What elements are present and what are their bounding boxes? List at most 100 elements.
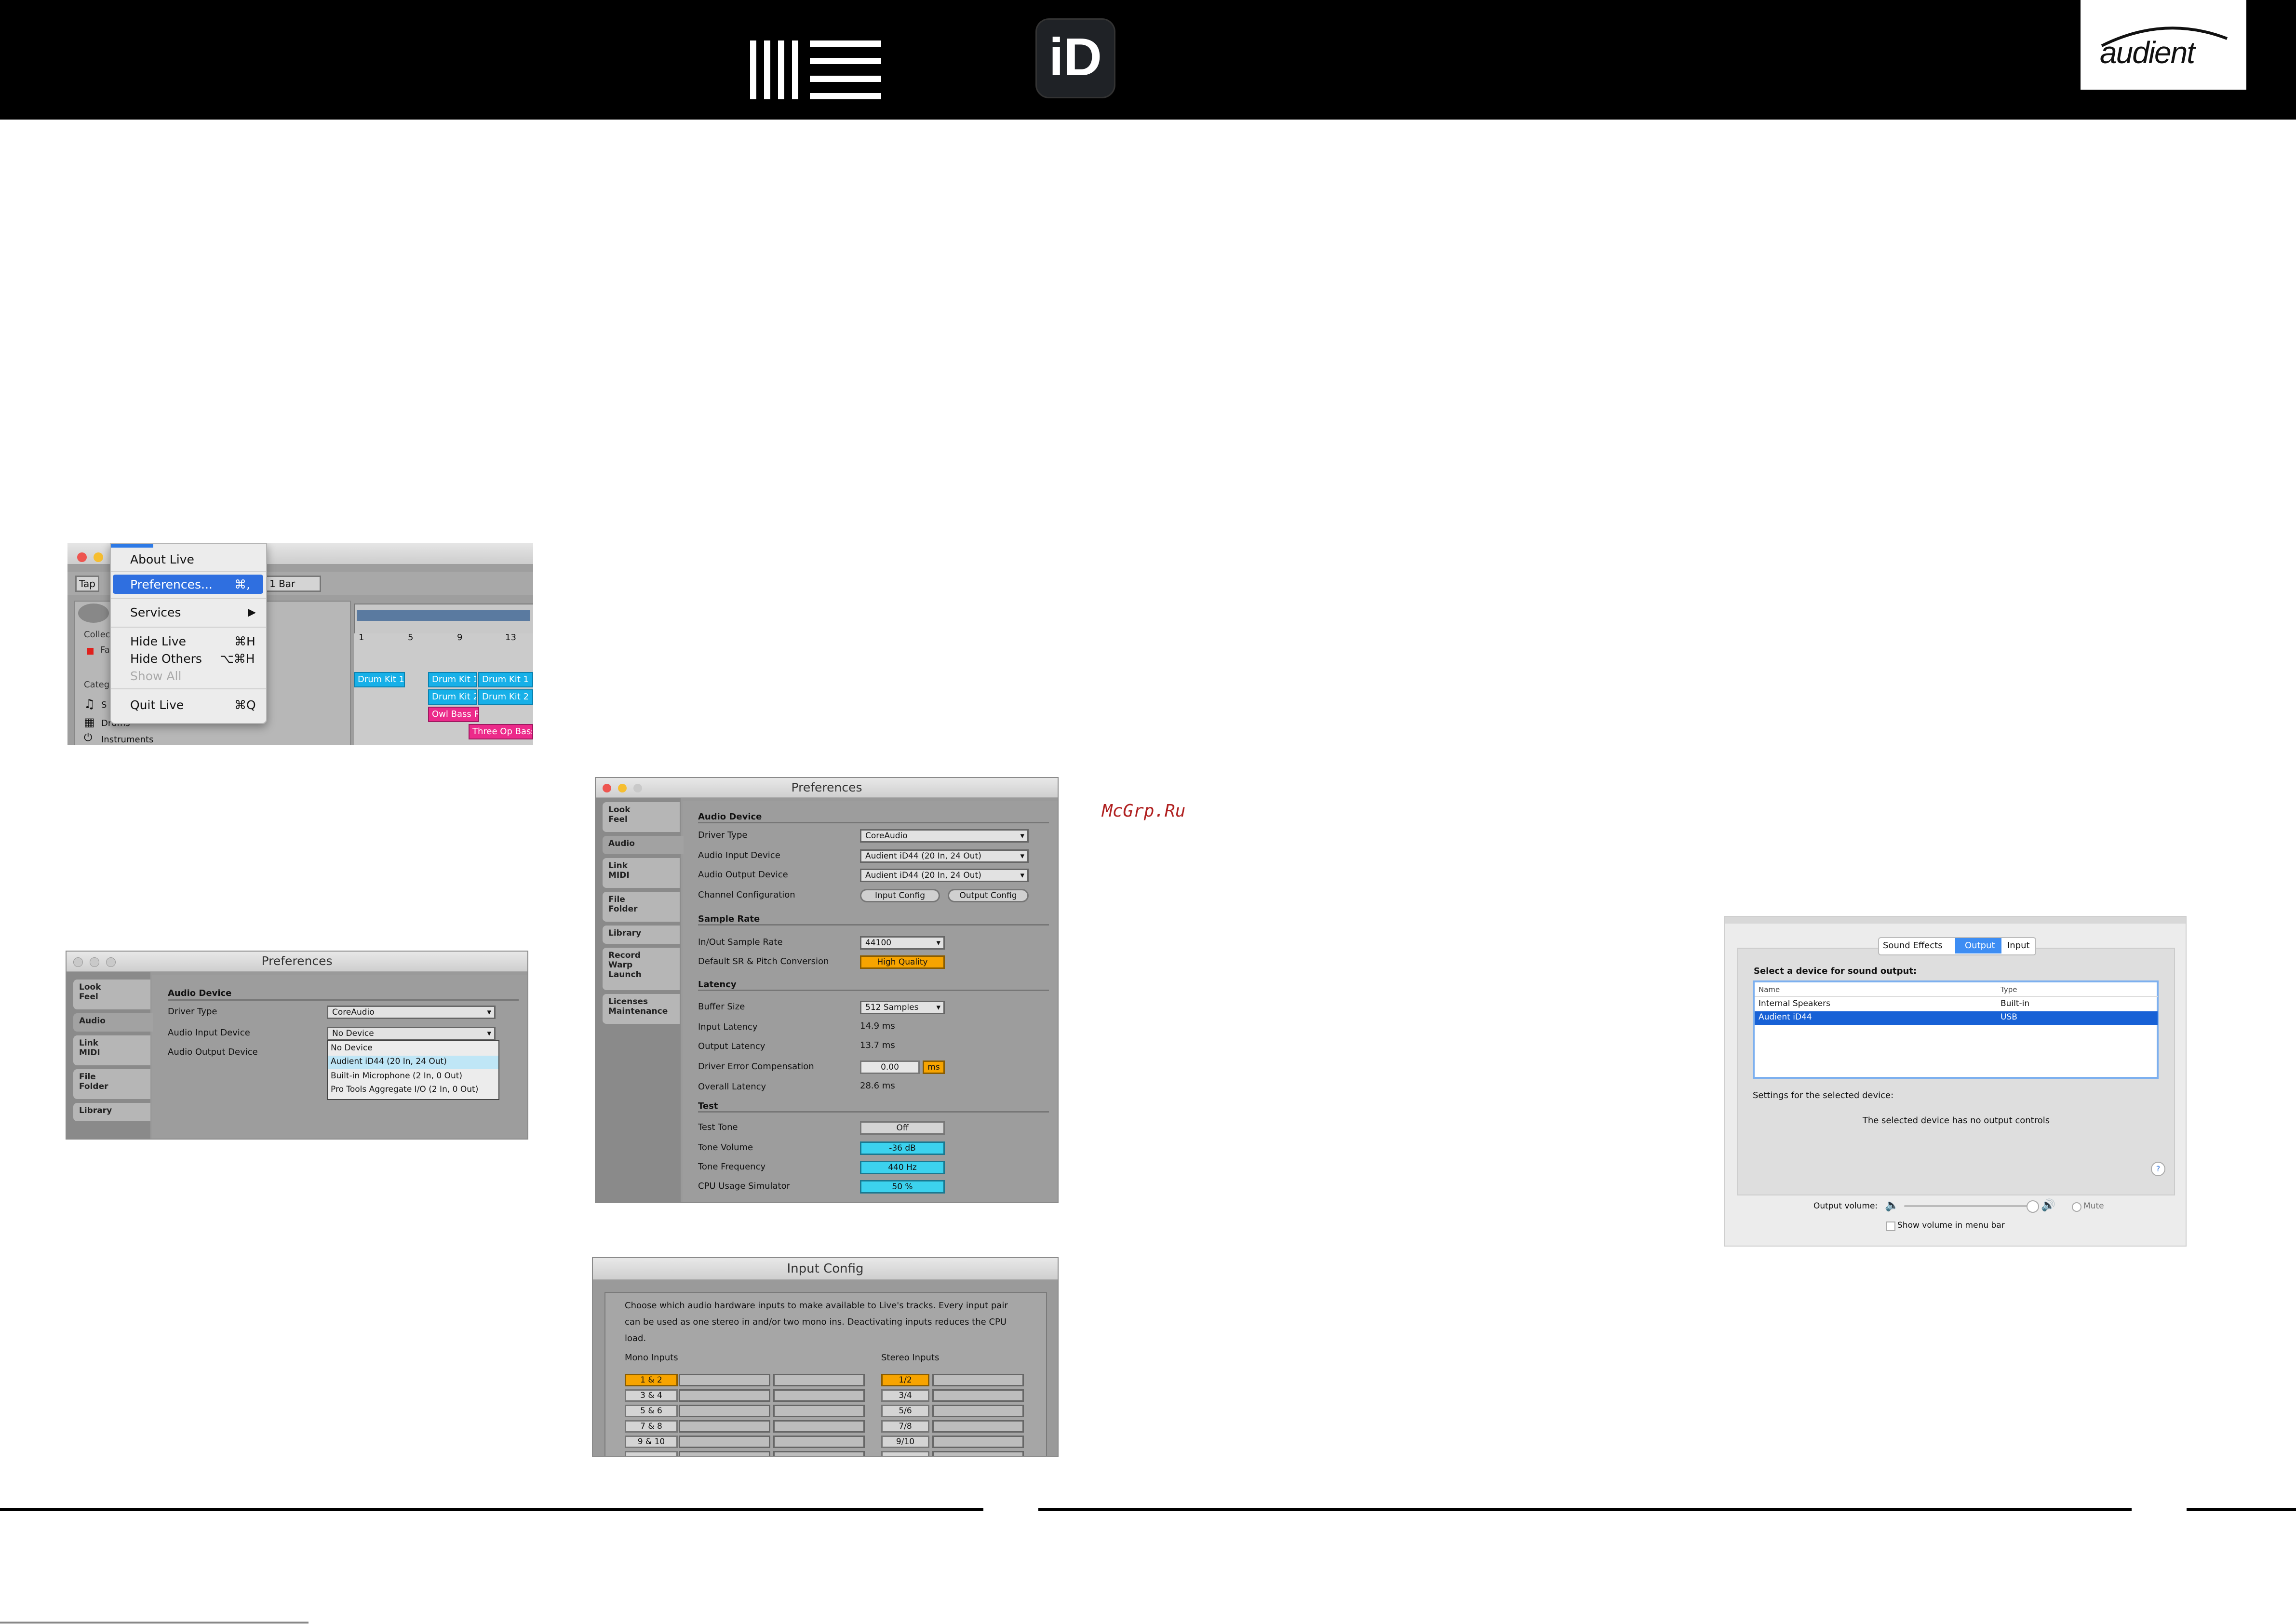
tab-look-feel[interactable]: Look Feel <box>603 802 680 832</box>
ruler-mark: 1 <box>359 632 364 643</box>
mono-input-slot[interactable] <box>679 1420 770 1433</box>
mono-input-toggle[interactable] <box>625 1451 678 1456</box>
stereo-input-toggle[interactable]: 7/8 <box>881 1420 929 1433</box>
driver-type-select[interactable]: CoreAudio <box>860 829 1029 843</box>
stereo-input-slot[interactable] <box>932 1405 1024 1417</box>
mono-input-slot[interactable] <box>773 1436 865 1448</box>
output-volume-thumb[interactable] <box>2027 1200 2039 1213</box>
mono-input-slot[interactable] <box>773 1451 865 1456</box>
tone-frequency-label: Tone Frequency <box>698 1162 766 1172</box>
stereo-input-slot[interactable] <box>932 1436 1024 1448</box>
tab-file-folder[interactable]: File Folder <box>73 1069 150 1099</box>
dropdown-option[interactable]: Built-in Microphone (2 In, 0 Out) <box>331 1071 462 1081</box>
menu-about-live[interactable]: About Live <box>130 552 194 566</box>
menu-quit-live[interactable]: Quit Live <box>130 698 184 712</box>
tap-button[interactable]: Tap <box>75 576 99 592</box>
dropdown-option[interactable]: No Device <box>331 1043 373 1053</box>
output-volume-slider[interactable] <box>1904 1205 2031 1207</box>
stereo-input-toggle[interactable]: 1/2 <box>881 1374 929 1386</box>
quantize-select[interactable]: 1 Bar <box>263 576 321 592</box>
mono-input-slot[interactable] <box>773 1405 865 1417</box>
section-test: Test <box>698 1101 1049 1113</box>
tab-library[interactable]: Library <box>603 926 680 944</box>
mono-input-toggle[interactable]: 3 & 4 <box>625 1389 678 1402</box>
mono-input-slot[interactable] <box>773 1420 865 1433</box>
driver-error-compensation-input[interactable]: 0.00 <box>860 1060 920 1074</box>
minimize-icon[interactable] <box>94 552 103 562</box>
stereo-input-toggle[interactable]: 5/6 <box>881 1405 929 1417</box>
mono-input-slot[interactable] <box>679 1389 770 1402</box>
mono-input-toggle[interactable]: 7 & 8 <box>625 1420 678 1433</box>
table-row-selected[interactable]: Audient iD44 USB <box>1755 1011 2158 1025</box>
mono-input-slot[interactable] <box>773 1389 865 1402</box>
menu-hide-live[interactable]: Hide Live <box>130 634 186 648</box>
tab-look-feel[interactable]: Look Feel <box>73 980 150 1009</box>
driver-type-label: Driver Type <box>168 1007 217 1017</box>
clip-drum-kit-1c[interactable]: Drum Kit 1 <box>478 672 533 687</box>
audio-input-device-select[interactable]: Audient iD44 (20 In, 24 Out) <box>860 849 1029 863</box>
menu-hide-others[interactable]: Hide Others <box>130 652 202 666</box>
close-icon[interactable] <box>77 552 87 562</box>
help-button[interactable]: ? <box>2151 1162 2165 1176</box>
tab-audio[interactable]: Audio <box>603 836 684 854</box>
dropdown-option[interactable]: Pro Tools Aggregate I/O (2 In, 0 Out) <box>331 1085 478 1094</box>
header-bar <box>0 0 2296 120</box>
mono-input-toggle[interactable]: 5 & 6 <box>625 1405 678 1417</box>
ms-unit-badge: ms <box>923 1060 945 1074</box>
clip-owl-bass[interactable]: Owl Bass Ra <box>428 707 479 722</box>
input-config-button[interactable]: Input Config <box>860 889 940 902</box>
stereo-input-toggle[interactable]: 9/10 <box>881 1436 929 1448</box>
stereo-input-slot[interactable] <box>932 1389 1024 1402</box>
sound-tabs: Sound Effects Output Input <box>1878 937 2036 955</box>
high-quality-toggle[interactable]: High Quality <box>860 955 945 969</box>
no-output-controls-text: The selected device has no output contro… <box>1862 1115 2050 1126</box>
stereo-input-toggle[interactable]: 3/4 <box>881 1389 929 1402</box>
clip-drum-kit-2b[interactable]: Drum Kit 2 <box>478 689 533 705</box>
mono-input-slot[interactable] <box>679 1436 770 1448</box>
tab-output[interactable]: Output <box>1965 940 1995 951</box>
stereo-input-slot[interactable] <box>932 1374 1024 1386</box>
menu-preferences[interactable]: Preferences... <box>130 577 213 591</box>
clip-drum-kit-1b[interactable]: Drum Kit 1 <box>428 672 477 687</box>
test-tone-toggle[interactable]: Off <box>860 1121 945 1135</box>
tab-audio[interactable]: Audio <box>73 1013 153 1032</box>
table-row[interactable]: Internal Speakers Built-in <box>1755 998 2158 1011</box>
tone-frequency-slider[interactable]: 440 Hz <box>860 1161 945 1174</box>
stereo-input-slot[interactable] <box>932 1420 1024 1433</box>
tab-sound-effects[interactable]: Sound Effects <box>1883 940 1943 951</box>
tab-link-midi[interactable]: Link MIDI <box>73 1035 150 1065</box>
mono-input-slot[interactable] <box>679 1374 770 1386</box>
minimize-icon[interactable] <box>618 784 627 792</box>
tab-file-folder[interactable]: File Folder <box>603 892 680 922</box>
mono-input-toggle[interactable]: 9 & 10 <box>625 1436 678 1448</box>
tab-link-midi[interactable]: Link MIDI <box>603 858 680 888</box>
mono-input-slot[interactable] <box>679 1451 770 1456</box>
sample-rate-select[interactable]: 44100 <box>860 936 945 950</box>
output-config-button[interactable]: Output Config <box>948 889 1029 902</box>
tab-record-warp-launch[interactable]: Record Warp Launch <box>603 948 680 990</box>
audio-output-device-select[interactable]: Audient iD44 (20 In, 24 Out) <box>860 869 1029 882</box>
buffer-size-select[interactable]: 512 Samples <box>860 1001 945 1014</box>
tab-library[interactable]: Library <box>73 1103 150 1121</box>
clip-three-op-bass[interactable]: Three Op Bass <box>469 724 533 739</box>
tab-licenses-maintenance[interactable]: Licenses Maintenance <box>603 994 680 1024</box>
stereo-input-slot[interactable] <box>932 1451 1024 1456</box>
column-header-name[interactable]: Name <box>1759 985 1780 994</box>
column-header-type[interactable]: Type <box>2001 985 2017 994</box>
show-volume-checkbox[interactable] <box>1886 1221 1895 1231</box>
mono-input-toggle[interactable]: 1 & 2 <box>625 1374 678 1386</box>
mono-input-slot[interactable] <box>773 1374 865 1386</box>
cpu-usage-simulator-slider[interactable]: 50 % <box>860 1180 945 1194</box>
stereo-input-toggle[interactable] <box>881 1451 929 1456</box>
driver-type-select[interactable]: CoreAudio <box>327 1006 496 1019</box>
mono-input-slot[interactable] <box>679 1405 770 1417</box>
dropdown-option[interactable]: Audient iD44 (20 In, 24 Out) <box>331 1057 447 1066</box>
tone-volume-slider[interactable]: -36 dB <box>860 1141 945 1155</box>
audio-input-device-select[interactable]: No Device <box>327 1027 496 1040</box>
close-icon[interactable] <box>603 784 611 792</box>
menu-services[interactable]: Services <box>130 605 181 619</box>
clip-drum-kit-2[interactable]: Drum Kit 2 <box>428 689 477 705</box>
tab-input[interactable]: Input <box>2007 940 2030 951</box>
mute-checkbox[interactable] <box>2072 1202 2081 1212</box>
clip-drum-kit-1[interactable]: Drum Kit 1 <box>354 672 405 687</box>
